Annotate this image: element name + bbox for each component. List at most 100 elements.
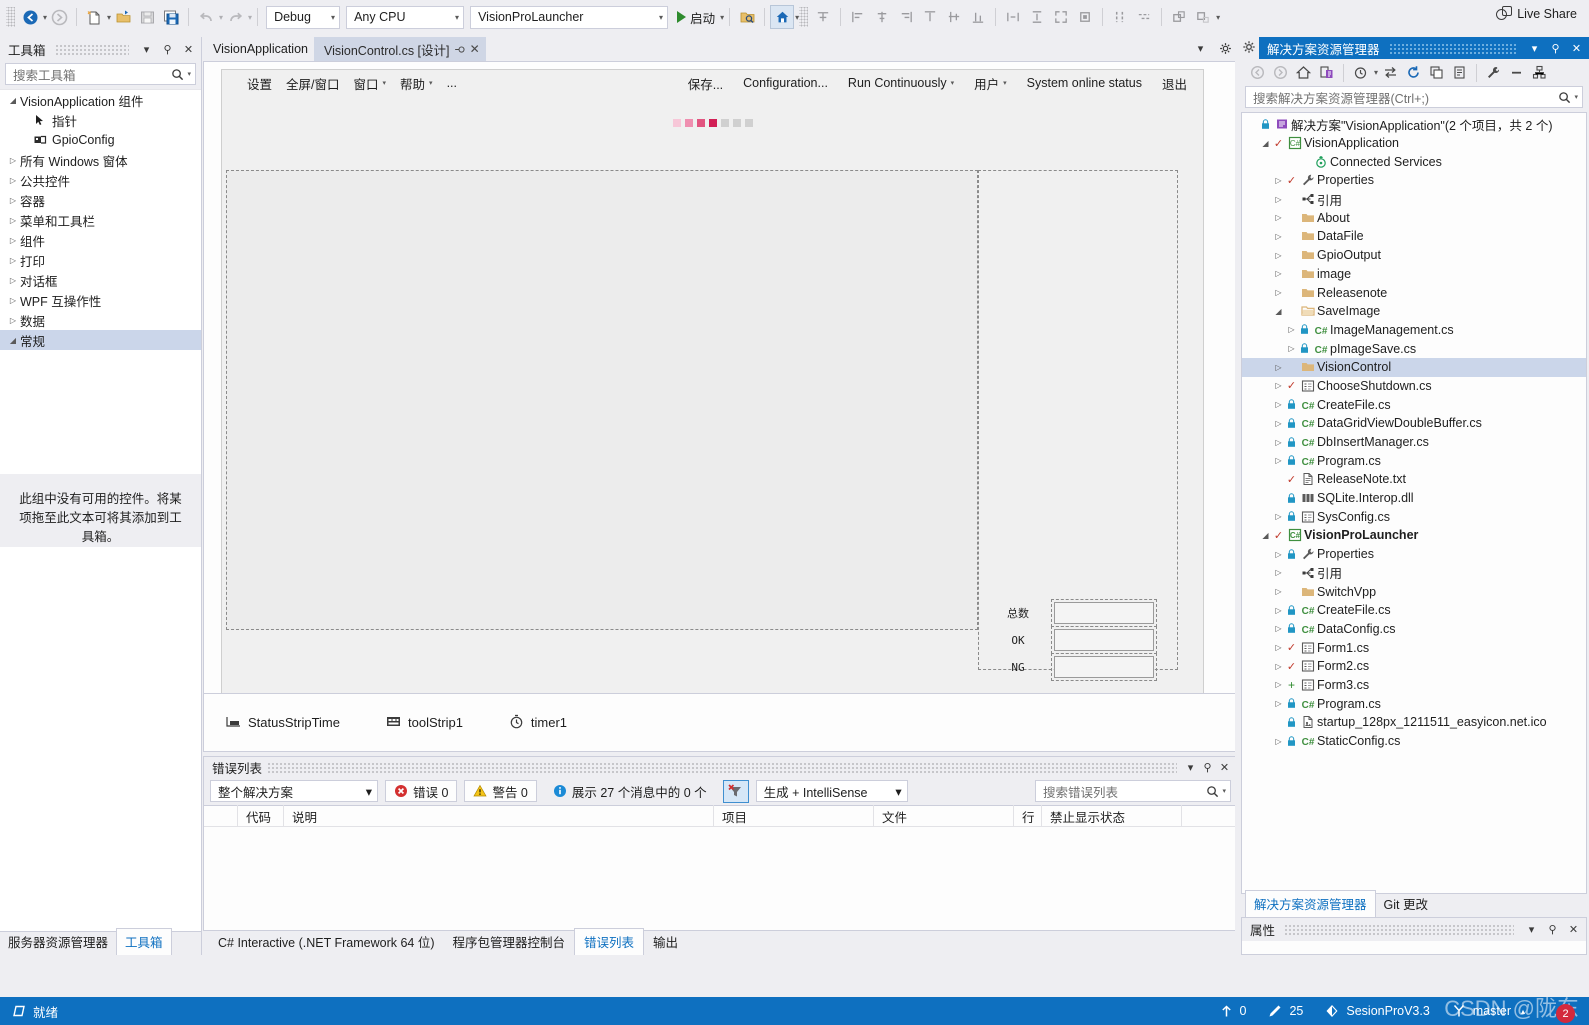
sync-with-active-document-button[interactable]: [1316, 62, 1337, 83]
chevron-right-icon[interactable]: ▷: [6, 216, 20, 225]
toolbox-close-button[interactable]: ✕: [180, 41, 197, 58]
solution-tree-item-30[interactable]: ▷ + Form3.cs: [1242, 676, 1586, 695]
chevron-right-icon[interactable]: ▷: [6, 156, 20, 165]
solution-tree-item-31[interactable]: ▷ C# Program.cs: [1242, 694, 1586, 713]
branch-caret-icon[interactable]: ▴: [1518, 1007, 1525, 1016]
send-to-back-button[interactable]: [1191, 5, 1215, 29]
save-button[interactable]: [135, 5, 159, 29]
error-list-search-input[interactable]: 搜索错误列表 ▾: [1035, 780, 1231, 802]
align-bottoms-button[interactable]: [966, 5, 990, 29]
chevron-right-icon[interactable]: ▷: [6, 296, 20, 305]
form-menu-right-item-4[interactable]: System online status: [1017, 73, 1152, 93]
chevron-down-icon[interactable]: ◢: [1272, 307, 1285, 316]
messages-filter-button[interactable]: 展示 27 个消息中的 0 个: [544, 780, 716, 802]
solution-tree-item-10[interactable]: ◢ SaveImage: [1242, 302, 1586, 321]
solution-explorer-tab-1[interactable]: Git 更改: [1376, 891, 1436, 917]
chevron-down-icon[interactable]: ◢: [1259, 139, 1272, 148]
solution-tree-item-16[interactable]: ▷ C# DataGridViewDoubleBuffer.cs: [1242, 414, 1586, 433]
toolbox-drag-handle[interactable]: [54, 44, 129, 55]
form-menu-right-item-0[interactable]: 保存...: [678, 71, 733, 96]
redo-caret[interactable]: ▾: [248, 13, 252, 22]
chevron-right-icon[interactable]: ▷: [1272, 662, 1285, 671]
chevron-right-icon[interactable]: ▷: [1272, 251, 1285, 260]
error-column-header-6[interactable]: 禁止显示状态: [1042, 805, 1182, 827]
form-menu-strip[interactable]: 设置 全屏/窗口 窗口 ▾ 帮助 ▾... 保存... Configuration... Run…: [222, 70, 1203, 96]
solution-explorer-bottom-tabs[interactable]: 解决方案资源管理器 Git 更改: [1239, 890, 1589, 917]
form-menu-item-1[interactable]: 全屏/窗口: [279, 71, 346, 96]
toolbox-bottom-tab-0[interactable]: 服务器资源管理器: [0, 929, 116, 955]
chevron-right-icon[interactable]: ▷: [1272, 643, 1285, 652]
chevron-right-icon[interactable]: ▷: [1272, 419, 1285, 428]
design-form[interactable]: 设置 全屏/窗口 窗口 ▾ 帮助 ▾... 保存... Configuration... Run…: [221, 69, 1204, 693]
solution-explorer-tab-0[interactable]: 解决方案资源管理器: [1245, 890, 1376, 917]
document-tab-strip[interactable]: VisionApplication VisionControl.cs [设计] ⚲ ✕…: [203, 37, 1238, 61]
toolbox-item-9[interactable]: ▷ 对话框: [0, 270, 201, 290]
tray-item-1[interactable]: toolStrip1: [386, 714, 463, 732]
collapse-all-button[interactable]: [1426, 62, 1447, 83]
start-debug-button[interactable]: 启动: [671, 5, 719, 29]
chevron-right-icon[interactable]: ▷: [1272, 606, 1285, 615]
errors-filter-button[interactable]: 错误 0: [385, 780, 458, 802]
properties-button[interactable]: [1483, 62, 1504, 83]
panel-options-button[interactable]: [1239, 37, 1259, 54]
error-list-menu-button[interactable]: ▾: [1182, 759, 1199, 776]
designer-home-button[interactable]: [770, 5, 795, 29]
properties-menu-button[interactable]: ▾: [1523, 921, 1540, 938]
toolbox-item-3[interactable]: ▷ 所有 Windows 窗体: [0, 150, 201, 170]
solution-explorer-menu-button[interactable]: ▾: [1526, 40, 1543, 57]
solution-tree-item-20[interactable]: SQLite.Interop.dll: [1242, 489, 1586, 508]
build-intellisense-combo[interactable]: 生成 + IntelliSense ▾: [755, 780, 908, 802]
undo-button[interactable]: [194, 5, 218, 29]
error-column-header-1[interactable]: 代码: [238, 805, 284, 827]
chevron-right-icon[interactable]: ▷: [1272, 195, 1285, 204]
search-options-caret[interactable]: ▾: [1571, 93, 1578, 101]
toolbox-item-5[interactable]: ▷ 容器: [0, 190, 201, 210]
status-unpushed-commits[interactable]: 0: [1220, 1004, 1246, 1018]
toolbox-item-6[interactable]: ▷ 菜单和工具栏: [0, 210, 201, 230]
chevron-right-icon[interactable]: ▷: [1272, 269, 1285, 278]
align-toolbar-grip[interactable]: [799, 7, 809, 27]
search-options-caret[interactable]: ▾: [1219, 787, 1226, 795]
solution-platform-combo[interactable]: Any CPU ▾: [346, 5, 465, 29]
error-list-column-headers[interactable]: 代码 说明 项目 文件 行禁止显示状态: [204, 805, 1237, 827]
error-list-rows[interactable]: [204, 827, 1237, 930]
form-designer-surface[interactable]: 设置 全屏/窗口 窗口 ▾ 帮助 ▾... 保存... Configuration... Run…: [203, 61, 1238, 694]
pin-icon[interactable]: ⚲: [453, 45, 466, 53]
toolbox-item-10[interactable]: ▷ WPF 互操作性: [0, 290, 201, 310]
chevron-right-icon[interactable]: ▷: [1272, 737, 1285, 746]
clear-filter-button[interactable]: [722, 779, 749, 803]
align-to-grid-button[interactable]: [811, 5, 835, 29]
chevron-right-icon[interactable]: ▷: [6, 276, 20, 285]
toolbox-pin-button[interactable]: ⚲: [159, 41, 176, 58]
warnings-filter-button[interactable]: 警告 0: [464, 780, 537, 802]
open-file-button[interactable]: [111, 5, 135, 29]
chevron-right-icon[interactable]: ▷: [1272, 381, 1285, 390]
preview-selected-items-button[interactable]: [1506, 62, 1527, 83]
chevron-right-icon[interactable]: ▷: [1272, 624, 1285, 633]
chevron-right-icon[interactable]: ▷: [1272, 550, 1285, 559]
live-share-button[interactable]: Live Share: [1496, 6, 1577, 21]
toolbox-bottom-tab-1[interactable]: 工具箱: [116, 928, 172, 955]
solution-tree-item-33[interactable]: ▷ C# StaticConfig.cs: [1242, 732, 1586, 751]
toolbox-item-4[interactable]: ▷ 公共控件: [0, 170, 201, 190]
tray-item-2[interactable]: timer1: [509, 714, 567, 732]
image-display-panel[interactable]: [226, 170, 978, 630]
toolbox-item-7[interactable]: ▷ 组件: [0, 230, 201, 250]
make-vertical-spacing-equal-button[interactable]: [1132, 5, 1156, 29]
filter-caret[interactable]: ▾: [1374, 68, 1378, 77]
solution-explorer-search-input[interactable]: 搜索解决方案资源管理器(Ctrl+;) ▾: [1245, 86, 1583, 108]
chevron-down-icon[interactable]: ◢: [1259, 531, 1272, 540]
solution-explorer-pin-button[interactable]: ⚲: [1547, 40, 1564, 57]
layout-overflow-caret[interactable]: ▾: [1216, 13, 1220, 22]
home-button[interactable]: [1293, 62, 1314, 83]
solution-tree[interactable]: 解决方案"VisionApplication"(2 个项目，共 2 个) ◢ ✓ C#…: [1241, 112, 1587, 894]
start-debug-caret[interactable]: ▾: [720, 13, 724, 22]
solution-tree-item-8[interactable]: ▷ image: [1242, 265, 1586, 284]
chevron-right-icon[interactable]: ▷: [1272, 213, 1285, 222]
solution-tree-item-4[interactable]: ▷ 引用: [1242, 190, 1586, 209]
error-column-header-4[interactable]: 文件: [874, 805, 1014, 827]
toolbox-menu-button[interactable]: ▾: [138, 41, 155, 58]
solution-tree-item-3[interactable]: ▷ ✓ Properties: [1242, 171, 1586, 190]
chevron-right-icon[interactable]: ▷: [1272, 456, 1285, 465]
form-menu-item-3[interactable]: 帮助 ▾: [393, 71, 440, 96]
